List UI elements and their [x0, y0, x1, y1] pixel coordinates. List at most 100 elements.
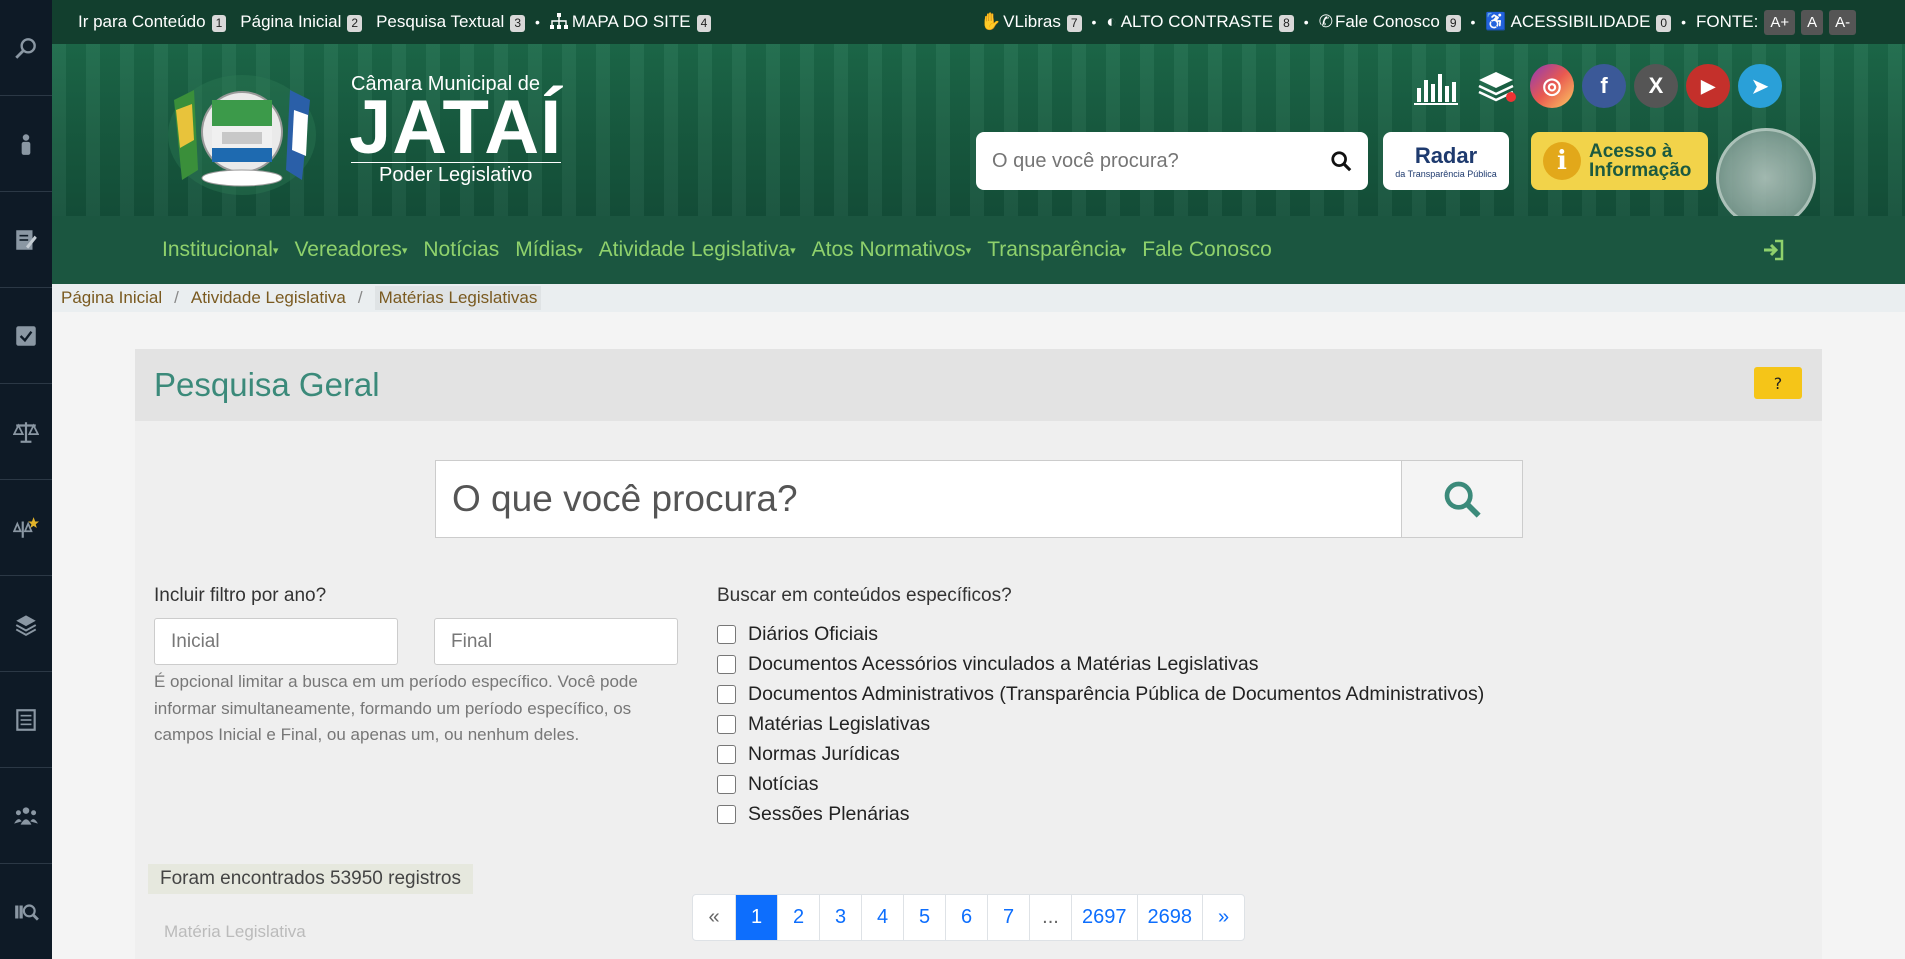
filter-label: Diários Oficiais	[748, 622, 879, 645]
breadcrumb-atividade[interactable]: Atividade Legislativa	[191, 288, 346, 308]
user-icon	[21, 133, 31, 155]
nav-institucional[interactable]: Institucional▾	[162, 238, 278, 262]
header-background	[52, 44, 1905, 216]
accessibility-link[interactable]: ♿ ACESSIBILIDADE 0	[1485, 12, 1672, 32]
city-crest-logo[interactable]	[164, 70, 320, 200]
nav-label: Fale Conosco	[1142, 238, 1272, 261]
breadcrumb-separator: /	[357, 288, 363, 307]
checkbox[interactable]	[717, 804, 736, 824]
nav-vereadores[interactable]: Vereadores▾	[294, 238, 407, 262]
pagination-page[interactable]: 7	[987, 895, 1029, 940]
pagination-page[interactable]: 3	[819, 895, 861, 940]
sidebar-scales-star[interactable]	[0, 480, 52, 576]
filter-noticias[interactable]: Notícias	[717, 769, 1484, 799]
skip-link[interactable]: Ir para Conteúdo 1	[78, 12, 227, 32]
checkbox[interactable]	[717, 684, 736, 704]
filter-normas[interactable]: Normas Jurídicas	[717, 739, 1484, 769]
sidebar-edit[interactable]	[0, 192, 52, 288]
pagination-prev[interactable]: «	[693, 895, 735, 940]
nav-label: Institucional	[162, 238, 273, 261]
sidebar-search[interactable]	[0, 0, 52, 96]
chart-icon[interactable]	[1411, 64, 1461, 108]
layers-icon	[15, 614, 37, 636]
pagination-page[interactable]: 2698	[1136, 895, 1203, 940]
separator-dot: •	[1470, 14, 1476, 30]
pagination-page[interactable]: 2697	[1071, 895, 1137, 940]
nav-fale-conosco[interactable]: Fale Conosco	[1142, 238, 1272, 262]
year-end-field[interactable]: Final	[434, 618, 678, 665]
nav-atividade-legislativa[interactable]: Atividade Legislativa▾	[599, 238, 796, 262]
pagination-page[interactable]: 1	[735, 895, 777, 940]
shortcut-key: 7	[1066, 15, 1082, 32]
shortcut-key: 9	[1445, 15, 1461, 32]
font-increase-button[interactable]: A+	[1764, 9, 1796, 35]
sidebar-people[interactable]	[0, 768, 52, 864]
checkbox[interactable]	[717, 744, 736, 764]
brand-tagline: Poder Legislativo	[379, 164, 533, 186]
separator-dot: •	[535, 14, 540, 30]
filter-materias[interactable]: Matérias Legislativas	[717, 709, 1484, 739]
main-search-button[interactable]	[1402, 460, 1523, 538]
layers-pin-icon[interactable]	[1471, 64, 1521, 108]
breadcrumb-home[interactable]: Página Inicial	[61, 288, 162, 308]
filter-sessoes[interactable]: Sessões Plenárias	[717, 799, 1484, 829]
nav-atos-normativos[interactable]: Atos Normativos▾	[812, 238, 972, 262]
wheelchair-icon: ♿	[1485, 12, 1507, 31]
checkbox[interactable]	[717, 624, 736, 644]
pagination-page[interactable]: 2	[777, 895, 819, 940]
contrast-link[interactable]: ◐ ALTO CONTRASTE 8	[1106, 12, 1294, 32]
font-decrease-button[interactable]: A-	[1829, 9, 1857, 35]
sidebar-search-list[interactable]	[0, 864, 52, 959]
pagination-page[interactable]: 6	[945, 895, 987, 940]
nav-noticias[interactable]: Notícias	[423, 238, 499, 262]
youtube-link[interactable]: ▶	[1686, 64, 1730, 108]
header-search-box[interactable]	[976, 132, 1368, 190]
shortcut-key: 8	[1279, 15, 1294, 32]
year-start-field[interactable]: Inicial	[154, 618, 398, 665]
instagram-link[interactable]: ◎	[1530, 64, 1574, 108]
contact-link[interactable]: ✆ Fale Conosco 9	[1319, 12, 1461, 32]
pagination-page[interactable]: 5	[903, 895, 945, 940]
edit-icon	[16, 229, 37, 250]
brand-title[interactable]: JATAÍ	[349, 90, 562, 166]
results-count: Foram encontrados 53950 registros	[148, 864, 473, 894]
sidebar-scales[interactable]	[0, 384, 52, 480]
checkbox[interactable]	[717, 774, 736, 794]
caret-down-icon: ▾	[272, 244, 279, 257]
pagination-next[interactable]: »	[1202, 895, 1244, 940]
separator-dot: •	[1681, 14, 1687, 30]
pagination-page[interactable]: 4	[861, 895, 903, 940]
sidebar-document[interactable]	[0, 672, 52, 768]
facebook-link[interactable]: f	[1582, 64, 1626, 108]
textual-search-link[interactable]: Pesquisa Textual 3	[376, 12, 525, 32]
radar-transparency-link[interactable]: Radar da Transparência Pública	[1383, 132, 1509, 190]
main-search-input[interactable]: O que você procura?	[435, 460, 1402, 538]
sitemap-link[interactable]: MAPA DO SITE 4	[549, 12, 712, 32]
font-label: FONTE:	[1696, 12, 1759, 31]
search-panel: Pesquisa Geral ? O que você procura? Inc…	[135, 349, 1822, 959]
checkbox[interactable]	[717, 714, 736, 734]
hand-icon: ✋	[980, 12, 1002, 31]
header-search-input[interactable]	[992, 149, 1330, 173]
caret-down-icon: ▾	[577, 244, 583, 257]
filter-diarios[interactable]: Diários Oficiais	[717, 619, 1484, 649]
filter-doc-acessorios[interactable]: Documentos Acessórios vinculados a Matér…	[717, 649, 1484, 679]
font-reset-button[interactable]: A	[1801, 9, 1824, 35]
search-icon[interactable]	[1330, 150, 1352, 172]
login-icon[interactable]	[1761, 238, 1785, 262]
sidebar-user[interactable]	[0, 96, 52, 192]
checkbox[interactable]	[717, 654, 736, 674]
sidebar-check[interactable]	[0, 288, 52, 384]
filter-doc-administrativos[interactable]: Documentos Administrativos (Transparênci…	[717, 679, 1484, 709]
vlibras-link[interactable]: ✋ VLibras 7	[980, 12, 1082, 32]
home-link[interactable]: Página Inicial 2	[240, 12, 363, 32]
x-link[interactable]: X	[1634, 64, 1678, 108]
skip-label: Ir para Conteúdo	[78, 12, 206, 31]
nav-transparencia[interactable]: Transparência▾	[987, 238, 1126, 262]
sidebar-layers[interactable]	[0, 576, 52, 672]
access-information-link[interactable]: i Acesso à Informação	[1531, 132, 1708, 190]
telegram-link[interactable]: ➤	[1738, 64, 1782, 108]
home-label: Página Inicial	[240, 12, 342, 31]
help-button[interactable]: ?	[1754, 367, 1802, 399]
nav-midias[interactable]: Mídias▾	[515, 238, 582, 262]
